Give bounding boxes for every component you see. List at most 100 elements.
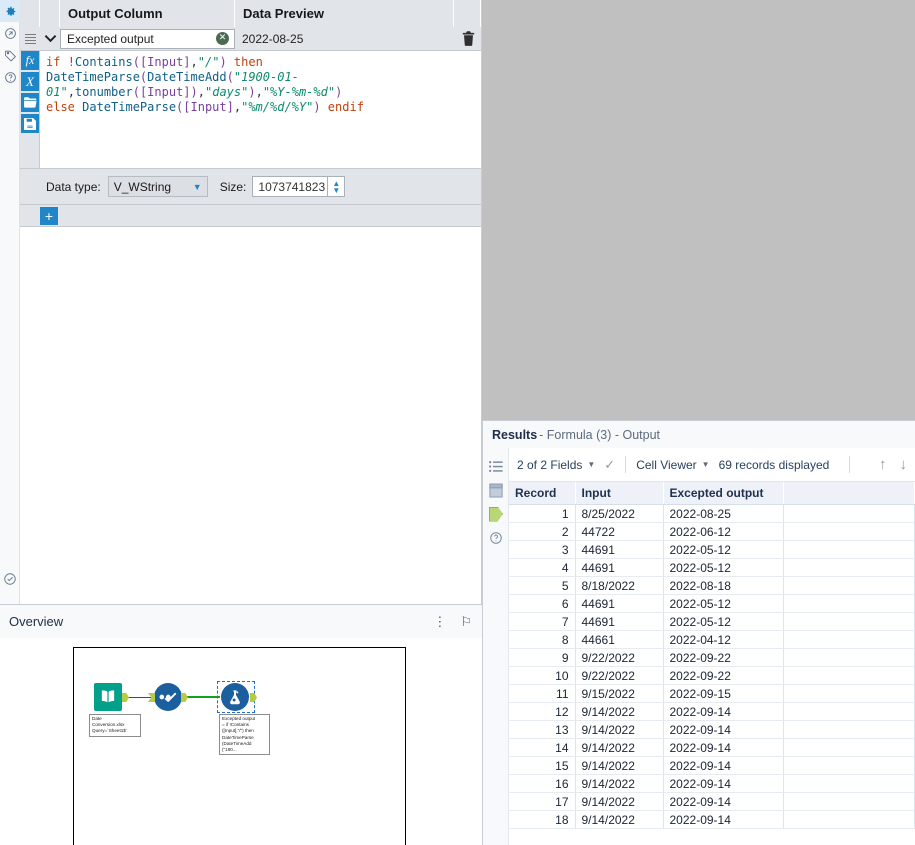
table-cell-record[interactable]: 13 — [509, 721, 575, 739]
scroll-down-icon[interactable]: ↓ — [899, 456, 907, 473]
stepper-down-icon[interactable]: ▼ — [332, 187, 340, 194]
table-row[interactable]: 169/14/20222022-09-14 — [509, 775, 915, 793]
table-row[interactable]: 149/14/20222022-09-14 — [509, 739, 915, 757]
table-cell-record[interactable]: 15 — [509, 757, 575, 775]
fields-selector[interactable]: 2 of 2 Fields ▼ — [517, 458, 595, 472]
output-anchor-icon[interactable] — [483, 502, 509, 526]
table-row[interactable]: 139/14/20222022-09-14 — [509, 721, 915, 739]
table-cell-record[interactable]: 6 — [509, 595, 575, 613]
results-help-icon[interactable] — [483, 526, 509, 550]
gear-icon[interactable] — [0, 0, 20, 22]
table-cell-excepted-output[interactable]: 2022-08-18 — [663, 577, 783, 595]
cell-viewer-icon[interactable] — [483, 478, 509, 502]
table-row[interactable]: 189/14/20222022-09-14 — [509, 811, 915, 829]
table-cell-record[interactable]: 12 — [509, 703, 575, 721]
row-drag-handle[interactable] — [20, 27, 40, 50]
table-cell-input[interactable]: 9/14/2022 — [575, 811, 663, 829]
table-cell-excepted-output[interactable]: 2022-05-12 — [663, 595, 783, 613]
table-cell-record[interactable]: 10 — [509, 667, 575, 685]
column-header-input[interactable]: Input — [575, 482, 663, 505]
table-cell-input[interactable]: 9/14/2022 — [575, 775, 663, 793]
table-cell-record[interactable]: 17 — [509, 793, 575, 811]
table-cell-excepted-output[interactable]: 2022-09-22 — [663, 649, 783, 667]
table-cell-input[interactable]: 9/22/2022 — [575, 649, 663, 667]
table-cell-record[interactable]: 9 — [509, 649, 575, 667]
table-cell-input[interactable]: 9/14/2022 — [575, 721, 663, 739]
output-column-input[interactable]: Excepted output ✕ — [60, 29, 235, 49]
scroll-up-icon[interactable]: ↑ — [879, 456, 887, 473]
table-row[interactable]: 109/22/20222022-09-22 — [509, 667, 915, 685]
data-type-select[interactable]: V_WString ▼ — [108, 176, 208, 197]
table-cell-input[interactable]: 8/25/2022 — [575, 505, 663, 523]
table-row[interactable]: 99/22/20222022-09-22 — [509, 649, 915, 667]
tag-icon[interactable] — [0, 44, 20, 66]
table-cell-record[interactable]: 11 — [509, 685, 575, 703]
table-cell-record[interactable]: 4 — [509, 559, 575, 577]
table-row[interactable]: 4446912022-05-12 — [509, 559, 915, 577]
table-cell-input[interactable]: 44691 — [575, 613, 663, 631]
delete-row-icon[interactable] — [455, 27, 481, 50]
table-cell-excepted-output[interactable]: 2022-06-12 — [663, 523, 783, 541]
table-cell-record[interactable]: 5 — [509, 577, 575, 595]
table-cell-record[interactable]: 16 — [509, 775, 575, 793]
table-cell-excepted-output[interactable]: 2022-05-12 — [663, 541, 783, 559]
pin-icon[interactable]: ⚐ — [460, 614, 472, 630]
table-row[interactable]: 2447222022-06-12 — [509, 523, 915, 541]
mini-input-data-tool[interactable] — [94, 683, 122, 711]
table-cell-excepted-output[interactable]: 2022-09-15 — [663, 685, 783, 703]
table-cell-record[interactable]: 8 — [509, 631, 575, 649]
overview-canvas[interactable]: Date Conversion.xlsx Query=`Sheet1$` — [73, 647, 406, 845]
workflow-canvas[interactable]: Date Conversion.xlsx Query=`Sheet1$` — [482, 0, 915, 420]
table-cell-record[interactable]: 18 — [509, 811, 575, 829]
mini-select-tool[interactable] — [150, 683, 182, 711]
table-cell-input[interactable]: 9/14/2022 — [575, 757, 663, 775]
table-cell-input[interactable]: 44691 — [575, 595, 663, 613]
table-row[interactable]: 3446912022-05-12 — [509, 541, 915, 559]
table-cell-input[interactable]: 9/15/2022 — [575, 685, 663, 703]
table-cell-input[interactable]: 9/14/2022 — [575, 703, 663, 721]
table-cell-excepted-output[interactable]: 2022-09-14 — [663, 775, 783, 793]
table-cell-excepted-output[interactable]: 2022-09-14 — [663, 703, 783, 721]
table-cell-excepted-output[interactable]: 2022-09-14 — [663, 793, 783, 811]
help-icon[interactable] — [0, 66, 20, 88]
overflow-menu-icon[interactable]: ⋮ — [433, 614, 446, 630]
variable-x-button[interactable]: X — [21, 72, 39, 91]
add-column-button[interactable]: + — [40, 207, 58, 225]
table-cell-excepted-output[interactable]: 2022-09-14 — [663, 739, 783, 757]
list-view-icon[interactable] — [483, 454, 509, 478]
table-row[interactable]: 119/15/20222022-09-15 — [509, 685, 915, 703]
fields-apply-icon[interactable]: ✓ — [604, 457, 615, 473]
table-cell-excepted-output[interactable]: 2022-05-12 — [663, 613, 783, 631]
table-cell-input[interactable]: 44661 — [575, 631, 663, 649]
table-cell-input[interactable]: 44722 — [575, 523, 663, 541]
table-cell-record[interactable]: 2 — [509, 523, 575, 541]
table-row[interactable]: 8446612022-04-12 — [509, 631, 915, 649]
table-cell-excepted-output[interactable]: 2022-05-12 — [663, 559, 783, 577]
open-expression-button[interactable] — [21, 93, 39, 112]
table-cell-record[interactable]: 14 — [509, 739, 575, 757]
table-cell-excepted-output[interactable]: 2022-09-14 — [663, 721, 783, 739]
chevron-down-icon[interactable] — [40, 27, 60, 50]
table-cell-excepted-output[interactable]: 2022-04-12 — [663, 631, 783, 649]
column-header-record[interactable]: Record — [509, 482, 575, 505]
column-header-excepted-output[interactable]: Excepted output — [663, 482, 783, 505]
table-cell-record[interactable]: 7 — [509, 613, 575, 631]
table-cell-input[interactable]: 9/22/2022 — [575, 667, 663, 685]
table-cell-input[interactable]: 9/14/2022 — [575, 793, 663, 811]
save-expression-button[interactable] — [21, 114, 39, 133]
table-row[interactable]: 159/14/20222022-09-14 — [509, 757, 915, 775]
table-row[interactable]: 58/18/20222022-08-18 — [509, 577, 915, 595]
table-cell-input[interactable]: 9/14/2022 — [575, 739, 663, 757]
formula-expression-text[interactable]: if !Contains([Input],"/") then DateTimeP… — [40, 51, 481, 168]
table-row[interactable]: 18/25/20222022-08-25 — [509, 505, 915, 523]
table-cell-record[interactable]: 1 — [509, 505, 575, 523]
table-cell-input[interactable]: 8/18/2022 — [575, 577, 663, 595]
table-cell-excepted-output[interactable]: 2022-08-25 — [663, 505, 783, 523]
table-row[interactable]: 6446912022-05-12 — [509, 595, 915, 613]
cell-viewer-selector[interactable]: Cell Viewer ▼ — [636, 458, 709, 472]
size-input[interactable]: 1073741823 — [252, 176, 328, 197]
table-cell-input[interactable]: 44691 — [575, 559, 663, 577]
table-row[interactable]: 179/14/20222022-09-14 — [509, 793, 915, 811]
function-fx-button[interactable]: fx — [21, 51, 39, 70]
table-cell-excepted-output[interactable]: 2022-09-14 — [663, 811, 783, 829]
